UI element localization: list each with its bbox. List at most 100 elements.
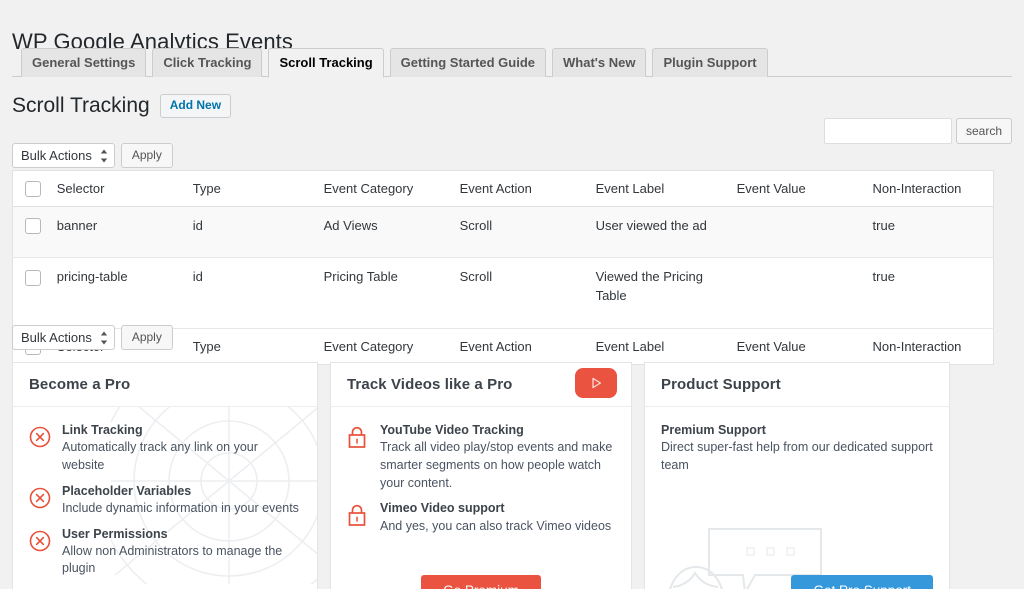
cell-event-action: Scroll [450,258,586,329]
youtube-play-icon [575,368,617,398]
column-header-event-action: Event Action [450,329,586,365]
cell-event-action: Scroll [450,206,586,258]
promo-card-product-support: Product Support Premium SupportDirect su… [644,362,950,589]
tab-scroll-tracking[interactable]: Scroll Tracking [268,48,383,78]
promo-feature-text: Placeholder VariablesInclude dynamic inf… [62,482,301,518]
column-header-event-action: Event Action [450,171,586,207]
promo-feature-desc: Automatically track any link on your web… [62,439,301,475]
cell-event-label: Viewed the Pricing Table [586,258,727,329]
select-arrows-icon [100,331,108,344]
column-header-event-label: Event Label [586,329,727,365]
get-pro-support-button[interactable]: Get Pro Support [791,575,933,589]
promo-feature: Placeholder VariablesInclude dynamic inf… [29,482,301,518]
row-select-cell [13,206,47,258]
cell-selector: pricing-table [47,258,183,329]
header-select-all-checkbox[interactable] [25,181,41,197]
column-header-event-category: Event Category [314,329,450,365]
promo-feature-title: Vimeo Video support [380,499,615,517]
tab-getting-started-guide[interactable]: Getting Started Guide [390,48,546,77]
cell-type: id [183,206,314,258]
column-header-type: Type [183,171,314,207]
promo-title: Track Videos like a Pro [347,376,512,393]
promo-feature-text: YouTube Video TrackingTrack all video pl… [380,421,615,492]
circle-x-icon [29,426,51,448]
row-select-checkbox[interactable] [25,270,41,286]
promo-feature-desc: Include dynamic information in your even… [62,500,301,518]
promo-cards: Become a Pro Link TrackingAutomatically … [12,362,1012,589]
promo-feature-desc: Track all video play/stop events and mak… [380,439,615,492]
column-header-event-label: Event Label [586,171,727,207]
table-body: banneridAd ViewsScrollUser viewed the ad… [13,206,994,329]
cell-type: id [183,258,314,329]
promo-feature: YouTube Video TrackingTrack all video pl… [347,421,615,492]
promo-cta-row: Get Pro Support [645,569,949,589]
circle-x-icon [29,530,51,552]
promo-feature-text: User PermissionsAllow non Administrators… [62,525,301,579]
go-premium-button[interactable]: Go Premium [421,575,541,589]
section-title: Scroll Tracking [12,92,150,119]
promo-card-become-a-pro: Become a Pro Link TrackingAutomatically … [12,362,318,589]
promo-feature-desc: And yes, you can also track Vimeo videos [380,518,615,536]
promo-feature-title: YouTube Video Tracking [380,421,615,439]
tab-bar: General SettingsClick TrackingScroll Tra… [12,48,1012,77]
lock-icon [347,426,369,448]
table-header-row: SelectorTypeEvent CategoryEvent ActionEv… [13,171,994,207]
promo-body: Link TrackingAutomatically track any lin… [13,407,317,589]
add-new-button[interactable]: Add New [160,94,231,118]
bulk-actions-select-bottom[interactable]: Bulk Actions [12,325,115,350]
apply-button-top[interactable]: Apply [121,143,173,168]
bulk-actions-select-top[interactable]: Bulk Actions [12,143,115,168]
column-header-non-interaction: Non-Interaction [863,329,994,365]
promo-body: Premium SupportDirect super-fast help fr… [645,407,949,569]
promo-title: Product Support [661,376,781,393]
promo-feature-title: Link Tracking [62,421,301,439]
tablenav-bottom: Bulk Actions Apply [12,325,173,350]
promo-title: Become a Pro [29,376,130,393]
cell-event-value [727,206,863,258]
promo-header: Product Support [645,363,949,407]
promo-feature: Vimeo Video supportAnd yes, you can also… [347,499,615,535]
row-select-checkbox[interactable] [25,218,41,234]
promo-body: YouTube Video TrackingTrack all video pl… [331,407,631,569]
tab-plugin-support[interactable]: Plugin Support [652,48,767,77]
promo-feature-text: Vimeo Video supportAnd yes, you can also… [380,499,615,535]
promo-cta-row: Go Premium [331,569,631,589]
cell-selector: banner [47,206,183,258]
section-header: Scroll Tracking Add New [12,92,231,119]
apply-button-bottom[interactable]: Apply [121,325,173,350]
search-button[interactable]: search [956,118,1012,144]
promo-feature-desc: Direct super-fast help from our dedicate… [661,439,933,475]
column-header-event-category: Event Category [314,171,450,207]
row-select-cell [13,258,47,329]
cell-event-label: User viewed the ad [586,206,727,258]
admin-page: WP Google Analytics Events General Setti… [0,0,1024,589]
column-header-non-interaction: Non-Interaction [863,171,994,207]
cell-event-category: Ad Views [314,206,450,258]
column-header-type: Type [183,329,314,365]
lock-icon [347,504,369,526]
column-header-selector: Selector [47,171,183,207]
tab-click-tracking[interactable]: Click Tracking [152,48,262,77]
bulk-actions-label: Bulk Actions [21,148,92,163]
promo-card-track-videos: Track Videos like a Pro YouTube Video Tr… [330,362,632,589]
table-head: SelectorTypeEvent CategoryEvent ActionEv… [13,171,994,207]
tab-general-settings[interactable]: General Settings [21,48,146,77]
search-input[interactable] [824,118,952,144]
cell-non-interaction: true [863,258,994,329]
promo-feature-text: Link TrackingAutomatically track any lin… [62,421,301,475]
tablenav-top: Bulk Actions Apply [12,143,173,168]
select-arrows-icon [100,149,108,162]
search-box: search [824,118,1012,144]
table-row: pricing-tableidPricing TableScrollViewed… [13,258,994,329]
cell-event-value [727,258,863,329]
column-header-event-value: Event Value [727,171,863,207]
tab-what-s-new[interactable]: What's New [552,48,646,77]
promo-feature-title: Premium Support [661,421,933,439]
header-select-all-cell [13,171,47,207]
circle-x-icon [29,487,51,509]
promo-feature: Link TrackingAutomatically track any lin… [29,421,301,475]
promo-feature-title: Placeholder Variables [62,482,301,500]
bulk-actions-label: Bulk Actions [21,330,92,345]
promo-feature: User PermissionsAllow non Administrators… [29,525,301,579]
cell-non-interaction: true [863,206,994,258]
